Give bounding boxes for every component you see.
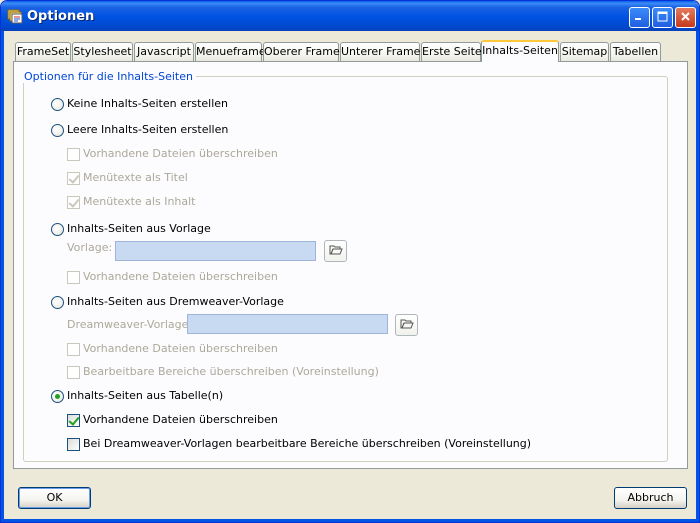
folder-open-icon (329, 244, 343, 258)
checkbox-template-overwrite[interactable] (67, 271, 80, 284)
dreamweaver-field-label: Dreamweaver-Vorlage: (67, 318, 193, 331)
radio-empty-label[interactable]: Leere Inhalts-Seiten erstellen (67, 123, 228, 136)
ok-button[interactable]: OK (18, 487, 91, 509)
radio-none[interactable] (51, 98, 64, 111)
radio-table-label[interactable]: Inhalts-Seiten aus Tabelle(n) (67, 389, 223, 402)
tab-inhalts-seiten[interactable]: Inhalts-Seiten (481, 40, 559, 62)
tab-menueframe[interactable]: Menueframe (195, 42, 266, 61)
checkbox-menu-title[interactable] (67, 172, 80, 185)
title-bar[interactable]: Optionen (1, 1, 699, 31)
template-input[interactable] (115, 241, 316, 261)
checkbox-dw-editable-label: Bearbeitbare Bereiche überschreiben (Vor… (83, 365, 379, 378)
tab-erste-seite[interactable]: Erste Seite (421, 42, 482, 61)
checkbox-empty-overwrite[interactable] (67, 148, 80, 161)
dreamweaver-input[interactable] (187, 314, 388, 334)
radio-template[interactable] (51, 223, 64, 236)
checkbox-dw-overwrite[interactable] (67, 343, 80, 356)
options-dialog: Optionen FrameSet Stylesheet Javascript … (0, 0, 700, 523)
checkbox-menu-content-label: Menütexte als Inhalt (83, 195, 196, 208)
radio-none-label[interactable]: Keine Inhalts-Seiten erstellen (67, 97, 228, 110)
checkbox-table-overwrite[interactable] (67, 414, 80, 427)
maximize-icon (657, 11, 668, 25)
radio-dreamweaver[interactable] (51, 296, 64, 309)
tab-stylesheet[interactable]: Stylesheet (72, 42, 133, 61)
tab-unterer-frame[interactable]: Unterer Frame (340, 42, 420, 61)
tab-frameset[interactable]: FrameSet (15, 42, 71, 61)
checkbox-table-dw-editable-label[interactable]: Bei Dreamweaver-Vorlagen bearbeitbare Be… (83, 437, 531, 450)
close-icon (680, 11, 691, 25)
radio-table[interactable] (51, 390, 64, 403)
checkbox-template-overwrite-label: Vorhandene Dateien überschreiben (83, 270, 278, 283)
folder-stack-icon (7, 9, 23, 24)
checkbox-dw-editable[interactable] (67, 366, 80, 379)
window-title: Optionen (27, 9, 95, 24)
minimize-icon (634, 11, 645, 25)
checkbox-dw-overwrite-label: Vorhandene Dateien überschreiben (83, 342, 278, 355)
checkbox-empty-overwrite-label: Vorhandene Dateien überschreiben (83, 147, 278, 160)
checkbox-table-overwrite-label[interactable]: Vorhandene Dateien überschreiben (83, 413, 278, 426)
tab-oberer-frame[interactable]: Oberer Frame (263, 42, 340, 61)
close-button[interactable] (675, 7, 696, 28)
tab-sitemap[interactable]: Sitemap (560, 42, 609, 61)
template-browse-button[interactable] (324, 240, 347, 262)
checkbox-menu-content[interactable] (67, 196, 80, 209)
radio-empty[interactable] (51, 124, 64, 137)
checkbox-menu-title-label: Menütexte als Titel (83, 171, 188, 184)
dreamweaver-browse-button[interactable] (395, 314, 418, 336)
minimize-button[interactable] (629, 7, 650, 28)
checkbox-table-dw-editable[interactable] (67, 438, 80, 451)
group-legend: Optionen für die Inhalts-Seiten (21, 70, 196, 83)
radio-dreamweaver-label[interactable]: Inhalts-Seiten aus Dremweaver-Vorlage (67, 295, 284, 308)
radio-template-label[interactable]: Inhalts-Seiten aus Vorlage (67, 222, 211, 235)
template-field-label: Vorlage: (67, 241, 113, 254)
tab-javascript[interactable]: Javascript (134, 42, 194, 61)
maximize-button[interactable] (652, 7, 673, 28)
folder-open-icon (400, 318, 414, 332)
cancel-button[interactable]: Abbruch (614, 487, 687, 509)
tab-tabellen[interactable]: Tabellen (610, 42, 661, 61)
